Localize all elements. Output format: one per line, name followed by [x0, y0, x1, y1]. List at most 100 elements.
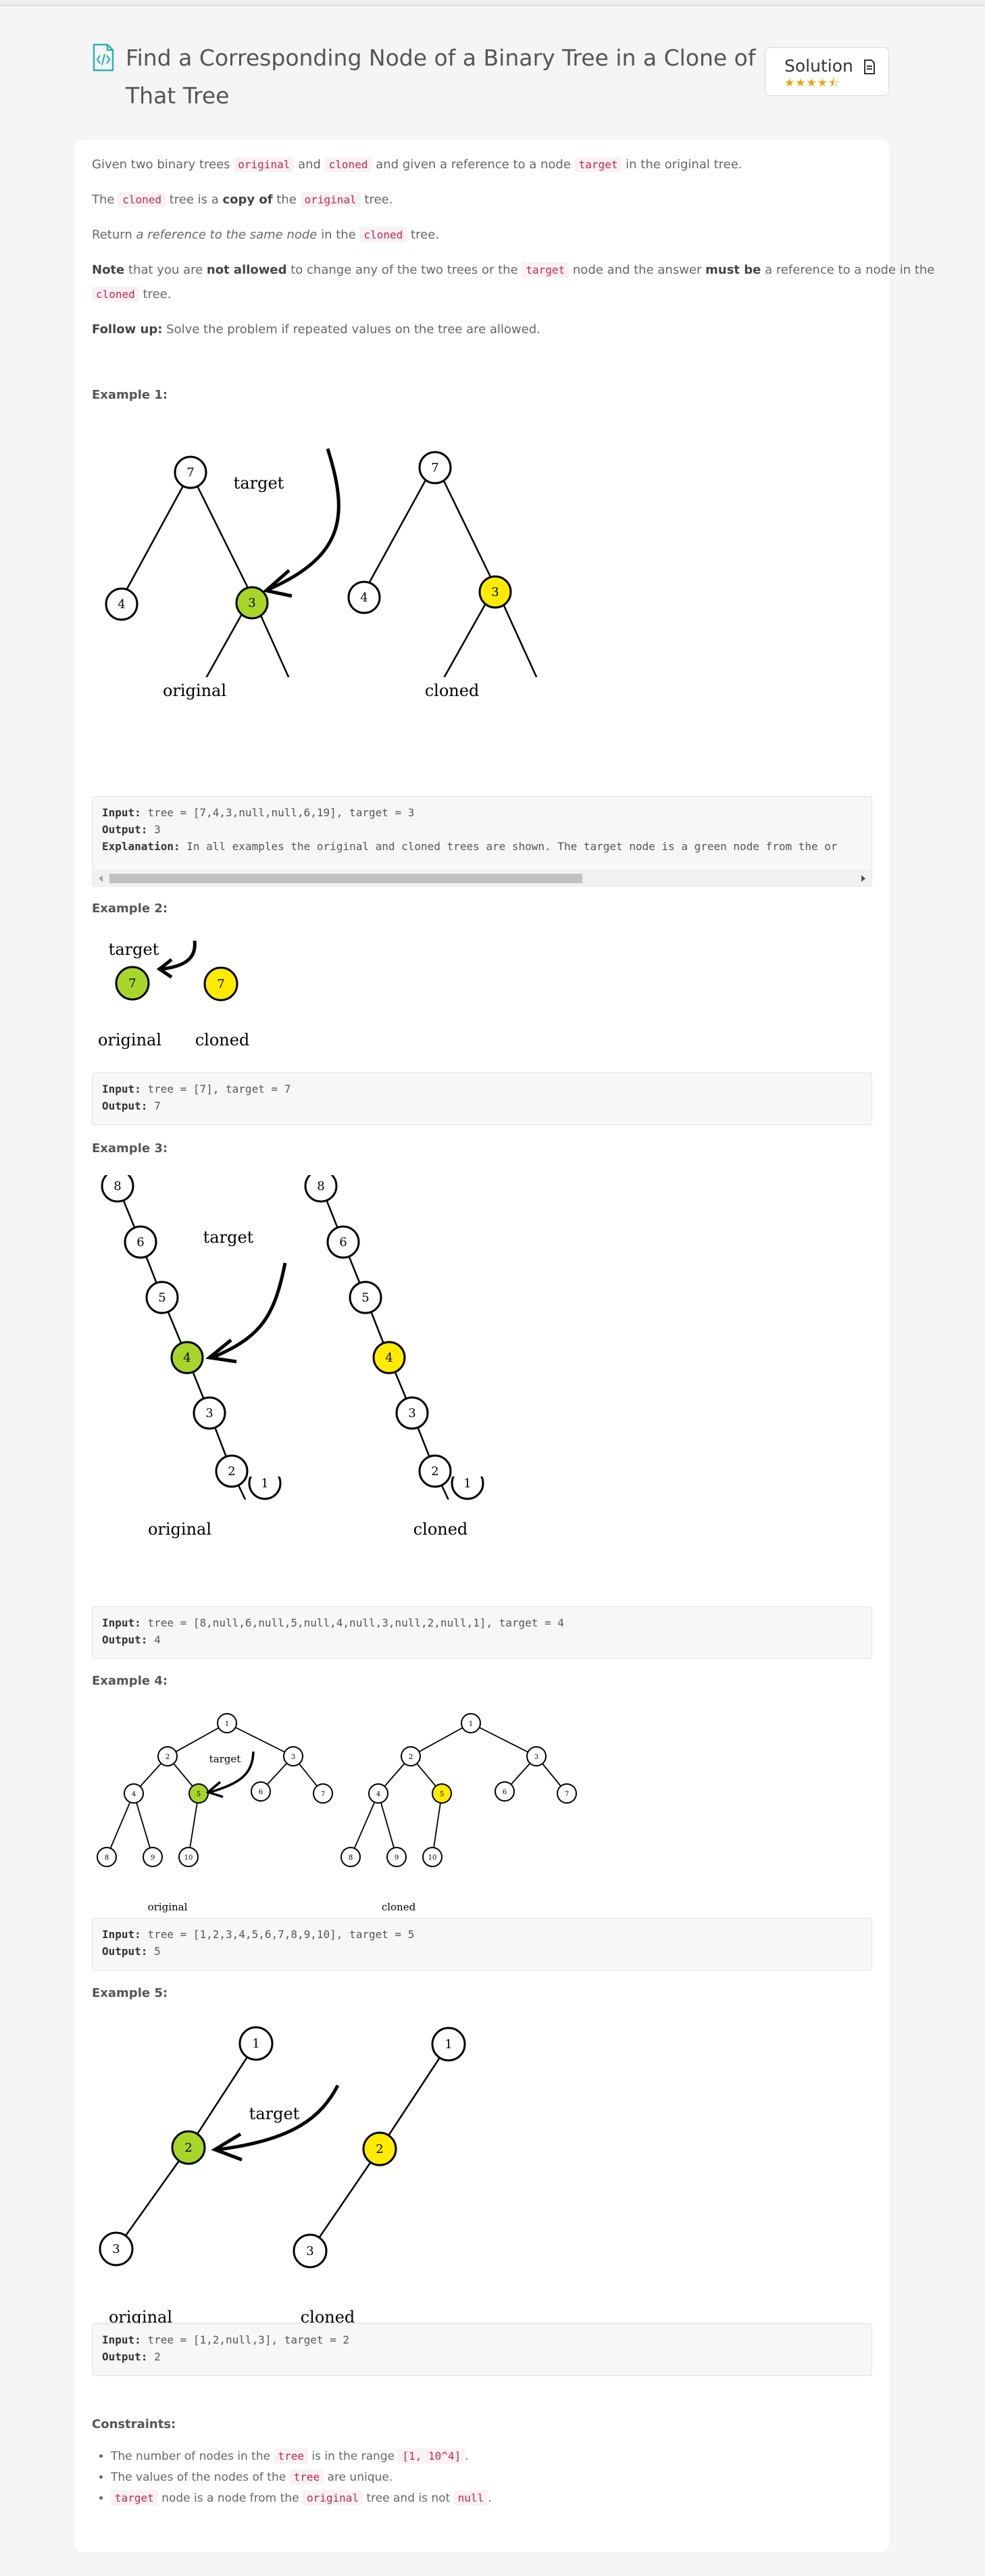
figure-text: 7: [321, 1791, 325, 1798]
figure-text: 2: [376, 2142, 383, 2156]
figure-text: 6: [136, 1235, 144, 1249]
target-label: target: [109, 940, 159, 959]
example-input: tree = [7,4,3,null,null,6,19], target = …: [147, 806, 415, 819]
text-fragment: tree is a: [166, 193, 223, 207]
constraint-item: The values of the nodes of the tree are …: [111, 2469, 492, 2485]
example-input: tree = [7], target = 7: [147, 1083, 291, 1095]
figure-text: 4: [385, 1351, 393, 1365]
text-fragment: copy of: [222, 193, 273, 207]
constraint-item: The number of nodes in the tree is in th…: [111, 2448, 492, 2464]
example-output: 5: [154, 1945, 161, 1958]
inline-code: cloned: [324, 157, 372, 172]
scroll-thumb[interactable]: [109, 874, 582, 883]
figure-text: 5: [440, 1791, 444, 1798]
text-fragment: Input:: [102, 1083, 141, 1095]
example-1-code-block: Input: tree = [7,4,3,null,null,6,19], ta…: [92, 796, 872, 887]
text-fragment: must be: [705, 263, 761, 277]
text-fragment: node is a node from the: [157, 2492, 303, 2505]
example-output: 3: [154, 823, 161, 836]
figure-text: 1: [261, 1477, 268, 1491]
text-fragment: Output:: [102, 1633, 148, 1646]
text-fragment: Input:: [102, 1928, 141, 1941]
text-fragment: Note: [92, 263, 125, 277]
cloned-caption: cloned: [382, 1901, 416, 1913]
figure-text: 4: [132, 1791, 136, 1798]
figure-text: 5: [361, 1291, 369, 1305]
example-2-figure: target 7 7 original cloned: [98, 940, 250, 1049]
figure-text: 8: [113, 1179, 121, 1193]
cloned-caption: cloned: [413, 1520, 468, 1539]
text-fragment: tree and is not: [363, 2492, 454, 2505]
constraint-item: target node is a node from the original …: [111, 2490, 492, 2506]
inline-code: target: [574, 157, 622, 172]
node-label: 4: [360, 591, 368, 605]
target-label: target: [249, 2104, 300, 2123]
target-label: target: [234, 474, 284, 493]
figure-text: 6: [339, 1235, 347, 1249]
text-fragment: Input:: [102, 806, 141, 819]
example-output: 4: [154, 1633, 161, 1646]
example-3-tail: 1 1 original cloned: [148, 1477, 484, 1539]
description-paragraph-1: Given two binary trees original and clon…: [92, 157, 742, 172]
figure-text: 2: [184, 2141, 192, 2155]
example-3-label: Example 3:: [92, 1141, 168, 1156]
original-caption: original: [163, 681, 226, 700]
example-input: tree = [8,null,6,null,5,null,4,null,3,nu…: [147, 1616, 564, 1629]
text-fragment: tree.: [407, 228, 439, 242]
text-fragment: .: [488, 2492, 492, 2505]
inline-code: cloned: [92, 287, 139, 302]
example-2-label: Example 2:: [92, 901, 168, 916]
cloned-caption: cloned: [195, 1031, 250, 1049]
figure-text: 3: [112, 2242, 120, 2256]
text-fragment: Solve the problem if repeated values on …: [162, 322, 540, 337]
example-output: 2: [154, 2350, 161, 2363]
text-fragment: to change any of the two trees or the: [286, 263, 522, 277]
node-label: 7: [186, 466, 194, 480]
rating-stars: ★★★★⯪: [784, 76, 840, 90]
figure-text: 8: [349, 1854, 353, 1862]
figure-text: 10: [184, 1854, 193, 1862]
figure-text: 8: [105, 1854, 109, 1862]
inline-code: tree: [289, 2469, 324, 2485]
figure-text: 9: [395, 1854, 399, 1862]
figure-text: 2: [166, 1754, 170, 1761]
solution-button[interactable]: Solution ★★★★⯪: [765, 47, 889, 96]
constraints-label: Constraints:: [92, 2417, 176, 2431]
text-fragment: .: [465, 2450, 469, 2463]
example-input: tree = [1,2,3,4,5,6,7,8,9,10], target = …: [147, 1928, 415, 1941]
example-2-code-block: Input: tree = [7], target = 7 Output: 7: [92, 1072, 872, 1125]
text-fragment: Output:: [102, 823, 148, 836]
inline-code: tree: [274, 2448, 308, 2464]
target-arrow: [268, 448, 340, 591]
text-fragment: The number of nodes in the: [111, 2450, 274, 2463]
text-fragment: Input:: [102, 2333, 141, 2346]
horizontal-scrollbar[interactable]: [93, 870, 871, 885]
original-caption: original: [148, 1901, 188, 1913]
text-fragment: in the original tree.: [622, 157, 742, 172]
text-fragment: The values of the nodes of the: [111, 2471, 290, 2484]
figure-text: 7: [565, 1791, 569, 1798]
node-label: 3: [491, 585, 499, 599]
scroll-right-icon[interactable]: [861, 875, 865, 882]
target-label: target: [209, 1753, 241, 1765]
node-label: 4: [118, 597, 125, 612]
node-label: 7: [431, 461, 438, 475]
example-5-figure: 12 3 12 3 target original cloned: [99, 2026, 466, 2327]
text-fragment: that you are: [124, 263, 207, 277]
example-explanation: In all examples the original and cloned …: [186, 840, 838, 853]
figure-text: 3: [205, 1406, 213, 1420]
original-caption: original: [98, 1031, 161, 1049]
example-input: tree = [1,2,null,3], target = 2: [147, 2333, 350, 2346]
figure-text: 3: [291, 1754, 295, 1761]
scroll-left-icon[interactable]: [99, 875, 103, 882]
figure-text: 8: [317, 1179, 324, 1193]
inline-code: target: [522, 262, 570, 278]
text-fragment: not allowed: [206, 263, 287, 277]
description-paragraph-4-line-1: Note that you are not allowed to change …: [92, 262, 934, 278]
example-5-code-block: Input: tree = [1,2,null,3], target = 2 O…: [92, 2323, 872, 2376]
document-icon: [863, 59, 875, 74]
figure-text: 5: [158, 1291, 166, 1305]
example-1-captions: original cloned: [163, 681, 479, 700]
original-caption: original: [148, 1520, 211, 1539]
problem-header: Find a Corresponding Node of a Binary Tr…: [92, 39, 889, 115]
